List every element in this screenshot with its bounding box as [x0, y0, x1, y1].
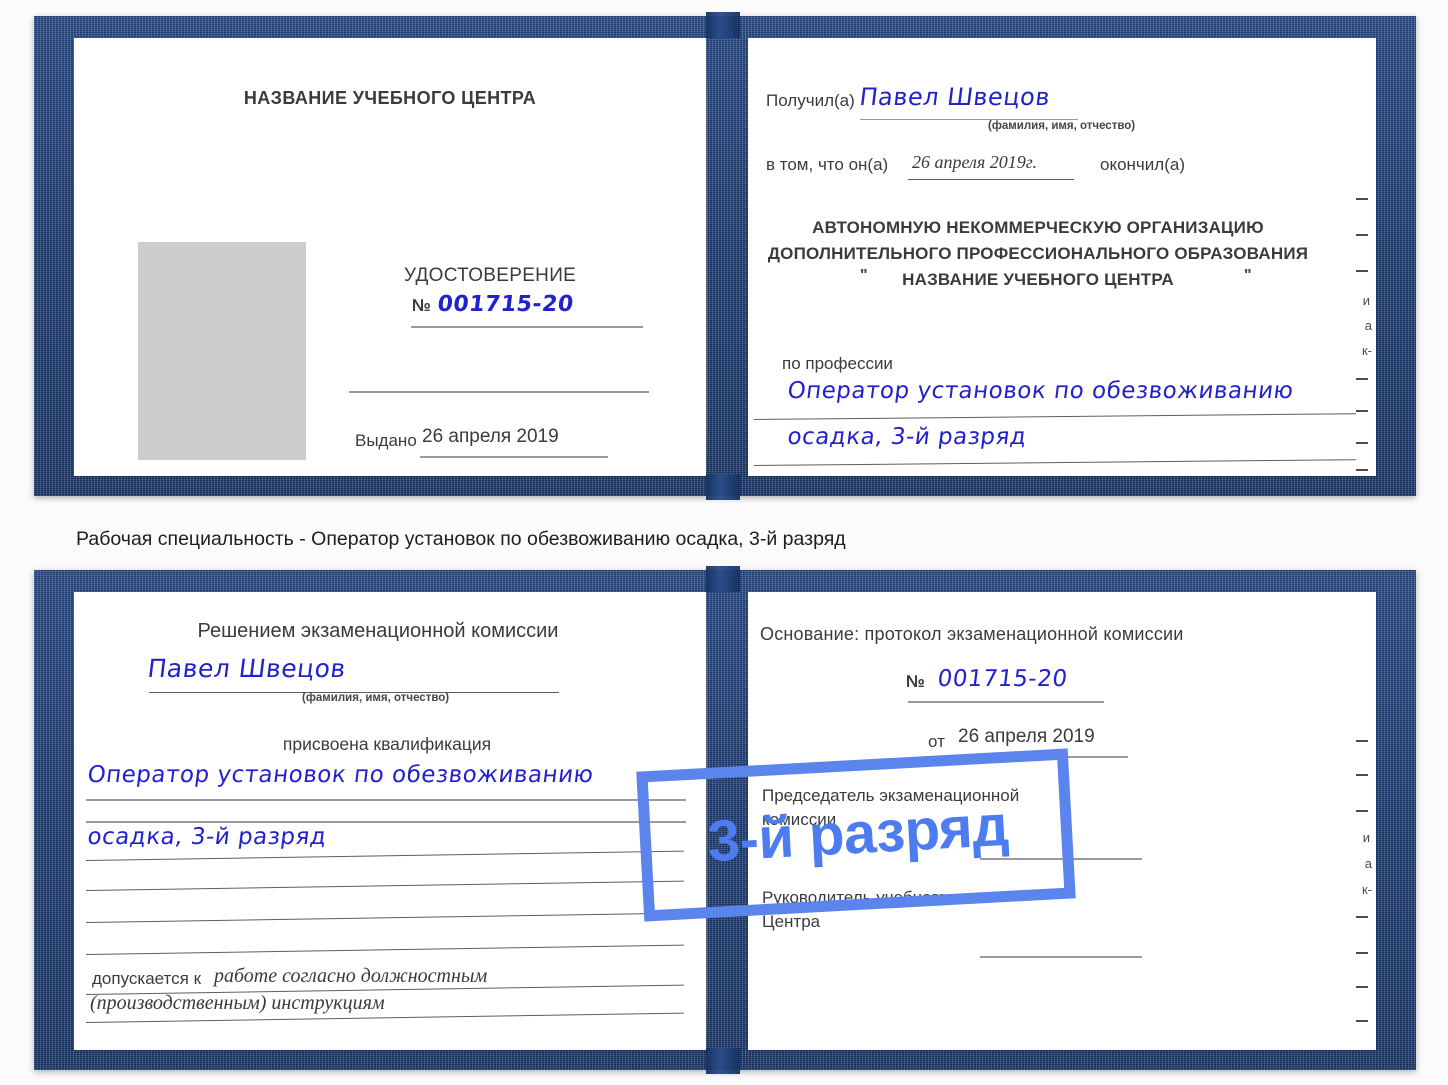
decision-heading: Решением экзаменационной комиссии [197, 620, 559, 642]
edge-fragment-dash [1356, 234, 1368, 236]
protocol-number-label: № [906, 672, 925, 691]
edge-fragment-dash [1356, 270, 1368, 272]
issued-rule [420, 456, 608, 458]
edge-fragment-letter: и [1362, 830, 1370, 845]
protocol-date-rule [956, 756, 1128, 758]
edge-fragment-dash [1356, 378, 1368, 380]
admitted-line-2: (производственным) инструкциям [90, 992, 385, 1014]
qualification-line-2: осадка, 3-й разряд [86, 824, 328, 850]
protocol-number-rule [908, 701, 1104, 703]
edge-fragment-letter: а [1364, 318, 1372, 333]
caption-text: Рабочая специальность - Оператор установ… [76, 528, 846, 550]
finished-label: окончил(а) [1100, 155, 1185, 174]
edge-fragment-letter: к- [1361, 343, 1372, 358]
edge-fragment-dash [1356, 1020, 1368, 1022]
profession-label: по профессии [782, 354, 893, 373]
edge-fragment-dash [1356, 469, 1368, 471]
certificate-spread: НАЗВАНИЕ УЧЕБНОГО ЦЕНТРА УДОСТОВЕРЕНИЕ №… [0, 0, 1448, 1085]
org-line-2: ДОПОЛНИТЕЛЬНОГО ПРОФЕССИОНАЛЬНОГО ОБРАЗО… [767, 244, 1309, 263]
fio-hint: (фамилия, имя, отчество) [302, 692, 450, 704]
edge-fragment-dash [1356, 198, 1368, 200]
edge-fragment-dash [1356, 986, 1368, 988]
received-label: Получил(а) [766, 91, 855, 110]
book-binding-top [706, 38, 708, 478]
org-line-3: НАЗВАНИЕ УЧЕБНОГО ЦЕНТРА [902, 270, 1174, 289]
spine-bump-bottom [706, 474, 740, 500]
photo-placeholder [138, 242, 306, 460]
protocol-number-value: 001715-20 [936, 666, 1070, 692]
profession-rule-1 [753, 413, 1356, 420]
that-label: в том, что он(а) [766, 155, 889, 174]
number-value: 001715-20 [436, 292, 576, 317]
edge-fragment-dash [1356, 410, 1368, 412]
profession-rule-2 [753, 459, 1356, 466]
qualification-rule-1 [86, 799, 686, 801]
org-line-1: АВТОНОМНУЮ НЕКОММЕРЧЕСКУЮ ОРГАНИЗАЦИЮ [812, 218, 1264, 237]
body-rule-5 [85, 912, 684, 923]
edge-fragment-dash [1356, 774, 1368, 776]
page-top-left: НАЗВАНИЕ УЧЕБНОГО ЦЕНТРА УДОСТОВЕРЕНИЕ №… [74, 38, 706, 476]
number-label: № [412, 296, 431, 315]
head-label-line-1: Руководитель учебного [762, 888, 947, 907]
edge-fragment-letter: а [1364, 856, 1372, 871]
blank-rule [349, 391, 649, 393]
spine-bump-bottom [706, 1048, 740, 1074]
basis-label: Основание: протокол экзаменационной коми… [760, 624, 1184, 644]
spine-bump-top [706, 12, 740, 38]
head-label-line-2: Центра [762, 912, 821, 931]
body-rule-6 [85, 944, 684, 955]
profession-line-1: Оператор установок по обезвоживанию [786, 378, 1296, 404]
edge-fragment-dash [1356, 810, 1368, 812]
fio-hint: (фамилия, имя, отчество) [988, 120, 1136, 132]
protocol-date-value: 26 апреля 2019 [958, 726, 1095, 747]
qualification-label: присвоена квалификация [282, 734, 492, 754]
page-bottom-left: Решением экзаменационной комиссии Павел … [74, 592, 706, 1050]
profession-line-2: осадка, 3-й разряд [786, 424, 1028, 450]
head-signature-rule [980, 956, 1142, 958]
number-rule [411, 326, 643, 328]
spine-bump-top [706, 566, 740, 592]
admitted-line-1: работе согласно должностным [214, 965, 488, 987]
edge-fragment-dash [1356, 740, 1368, 742]
issued-value: 26 апреля 2019 [422, 426, 559, 447]
edge-fragment-letter: к- [1361, 882, 1372, 897]
body-rule-3 [85, 850, 684, 861]
edge-fragment-letter: и [1362, 293, 1370, 308]
certificate-book-top: НАЗВАНИЕ УЧЕБНОГО ЦЕНТРА УДОСТОВЕРЕНИЕ №… [34, 12, 1416, 500]
org-quote-close: " [1244, 267, 1252, 284]
admitted-label: допускается к [92, 969, 202, 988]
edge-fragment-dash [1356, 442, 1368, 444]
finished-date-rule [908, 179, 1074, 180]
finished-date: 26 апреля 2019г. [912, 152, 1038, 172]
issued-label: Выдано [355, 431, 417, 450]
org-title: НАЗВАНИЕ УЧЕБНОГО ЦЕНТРА [243, 88, 537, 108]
edge-fragment-dash [1356, 952, 1368, 954]
edge-fragment-dash [1356, 916, 1368, 918]
doc-kind: УДОСТОВЕРЕНИЕ [404, 265, 577, 286]
qualification-line-1: Оператор установок по обезвоживанию [86, 762, 596, 788]
page-top-right: Получил(а) Павел Швецов (фамилия, имя, о… [748, 38, 1376, 476]
protocol-date-label: от [928, 732, 945, 751]
body-rule-4 [85, 880, 684, 891]
name-value: Павел Швецов [146, 654, 348, 683]
received-value: Павел Швецов [858, 83, 1052, 111]
body-rule-2 [86, 821, 686, 823]
